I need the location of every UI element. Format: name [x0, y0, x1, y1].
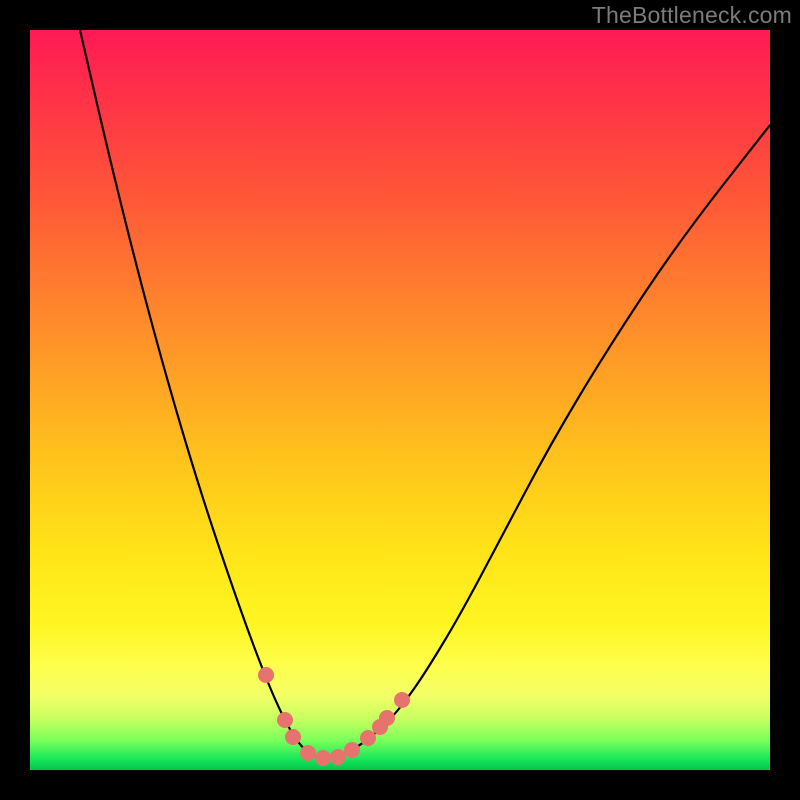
data-marker — [285, 729, 301, 745]
bottleneck-curve — [80, 30, 770, 758]
data-marker — [330, 749, 346, 765]
data-marker — [360, 730, 376, 746]
watermark-text: TheBottleneck.com — [592, 2, 792, 29]
data-marker — [258, 667, 274, 683]
curve-svg — [30, 30, 770, 770]
marker-group — [258, 667, 410, 766]
data-marker — [277, 712, 293, 728]
chart-frame: TheBottleneck.com — [0, 0, 800, 800]
data-marker — [379, 710, 395, 726]
plot-area — [30, 30, 770, 770]
data-marker — [300, 745, 316, 761]
data-marker — [344, 742, 360, 758]
data-marker — [315, 750, 331, 766]
data-marker — [394, 692, 410, 708]
